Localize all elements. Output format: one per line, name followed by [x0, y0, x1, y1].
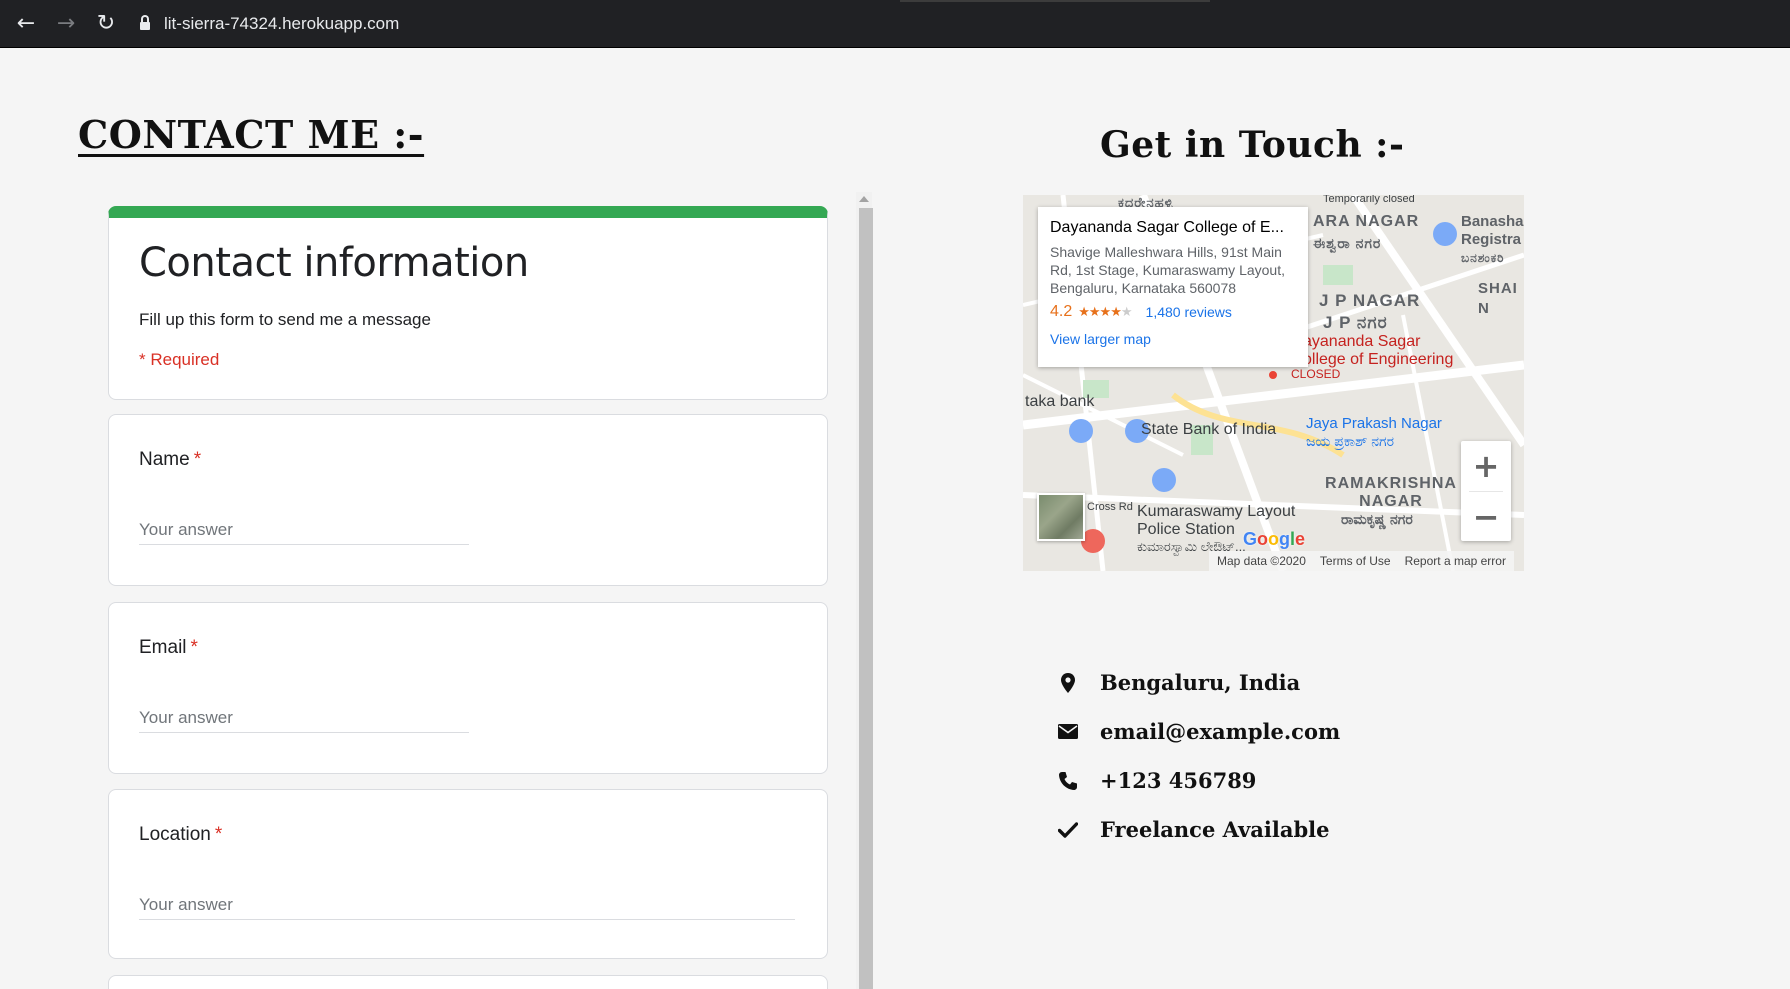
reviews-link[interactable]: 1,480 reviews	[1146, 304, 1232, 320]
arrow-right-icon[interactable]: →	[52, 10, 80, 38]
tab-indicator	[900, 0, 1210, 2]
satellite-toggle[interactable]	[1037, 493, 1085, 541]
place-address: Shavige Malleshwara Hills, 91st Main Rd,…	[1050, 244, 1285, 296]
map-label-cross-rd: Cross Rd	[1087, 501, 1133, 513]
browser-toolbar: ← → ↻ lit-sierra-74324.herokuapp.com	[0, 0, 1790, 48]
map-label-jaya-prakash-kn: ಜಯ ಪ್ರಕಾಶ್ ನಗರ	[1306, 433, 1394, 449]
contact-form-frame: Contact information Fill up this form to…	[104, 192, 876, 989]
google-logo: Google	[1243, 529, 1306, 549]
map-label-ramakrishna: RAMAKRISHNA NAGAR	[1325, 475, 1457, 510]
contact-heading: CONTACT ME :-	[78, 112, 425, 157]
map-label-closed: CLOSED	[1291, 367, 1341, 381]
contact-email-row: email@example.com	[1058, 707, 1340, 756]
lock-icon	[140, 15, 150, 30]
map-label-ara-nagar: ARA NAGAR	[1313, 213, 1420, 230]
url-text[interactable]: lit-sierra-74324.herokuapp.com	[164, 14, 399, 34]
map-label-jaya-prakash: Jaya Prakash Nagar	[1306, 415, 1442, 432]
name-question-card: Name *	[108, 414, 828, 586]
email-input[interactable]	[139, 703, 469, 733]
phone-icon	[1058, 771, 1078, 791]
map-label-banashankari: Banasha Registra	[1461, 213, 1524, 248]
star-rating-icon: ★★★★★	[1078, 304, 1132, 320]
map-label-banashankari-kn: ಬನಶಂಕರಿ	[1461, 251, 1505, 265]
address-bar[interactable]: lit-sierra-74324.herokuapp.com	[140, 8, 740, 40]
place-rating-row: 4.2 ★★★★★ 1,480 reviews	[1050, 303, 1296, 321]
map-label-ramakrishna-kn: ರಾಮಕೃಷ್ಣ ನಗರ	[1341, 511, 1413, 527]
scrollbar-thumb[interactable]	[859, 208, 873, 989]
contact-phone-text[interactable]: +123 456789	[1100, 768, 1256, 793]
terms-link[interactable]: Terms of Use	[1320, 554, 1391, 568]
map-label-ara-nagar-kn: ಈಶ್ವರಾ ನಗರ	[1313, 235, 1382, 251]
location-question-card: Location *	[108, 789, 828, 959]
map-label-sbi: State Bank of India	[1141, 421, 1277, 438]
report-map-error-link[interactable]: Report a map error	[1405, 554, 1506, 568]
required-note: * Required	[139, 350, 220, 369]
contact-details: Bengaluru, India email@example.com +123 …	[1058, 658, 1340, 854]
view-larger-map-link[interactable]: View larger map	[1050, 331, 1296, 347]
contact-location-text: Bengaluru, India	[1100, 670, 1301, 695]
map-label-jp-nagar: J P NAGAR	[1319, 291, 1421, 310]
scroll-up-arrow[interactable]	[859, 196, 869, 202]
map-label-taka-bank: taka bank	[1025, 393, 1095, 410]
map-label-shak: SHAI N	[1478, 280, 1518, 317]
contact-phone-row: +123 456789	[1058, 756, 1340, 805]
name-label: Name *	[139, 449, 202, 470]
google-map[interactable]: ಕದರೇನಹಳ್ಳಿ Temporarily closed ARA NAGAR …	[1023, 195, 1524, 571]
form-title: Contact information	[139, 240, 529, 286]
place-name[interactable]: Dayananda Sagar College of E...	[1050, 219, 1296, 237]
next-question-card	[108, 975, 828, 989]
map-pin-icon	[1058, 672, 1078, 693]
map-label-jp-nagar-kn: J P ನಗರ	[1323, 313, 1388, 332]
location-label: Location *	[139, 824, 223, 845]
reload-icon[interactable]: ↻	[92, 10, 120, 38]
contact-freelance-text: Freelance Available	[1100, 817, 1330, 842]
location-input[interactable]	[139, 890, 795, 920]
zoom-out-button[interactable]: −	[1461, 492, 1511, 542]
map-data-text: Map data ©2020	[1217, 554, 1306, 568]
envelope-icon	[1058, 722, 1078, 742]
rating-value: 4.2	[1050, 303, 1073, 320]
form-description: Fill up this form to send me a message	[139, 310, 431, 329]
email-label: Email *	[139, 637, 198, 658]
place-info-card: Dayananda Sagar College of E... Shavige …	[1038, 207, 1308, 367]
name-input[interactable]	[139, 515, 469, 545]
map-label-temp-closed: Temporarily closed	[1323, 195, 1415, 205]
checkmark-icon	[1058, 820, 1078, 840]
zoom-controls: + −	[1461, 441, 1511, 541]
email-question-card: Email *	[108, 602, 828, 774]
form-header-card: Contact information Fill up this form to…	[108, 206, 828, 400]
contact-location-row: Bengaluru, India	[1058, 658, 1340, 707]
contact-email-text[interactable]: email@example.com	[1100, 719, 1340, 744]
arrow-left-icon[interactable]: ←	[12, 10, 40, 38]
contact-freelance-row: Freelance Available	[1058, 805, 1340, 854]
map-label-dsce: ayananda Sagar ollege of Engineering	[1303, 333, 1454, 368]
zoom-in-button[interactable]: +	[1461, 441, 1511, 491]
map-footer: Map data ©2020 Terms of Use Report a map…	[1209, 551, 1514, 571]
get-in-touch-heading: Get in Touch :-	[1100, 124, 1405, 166]
